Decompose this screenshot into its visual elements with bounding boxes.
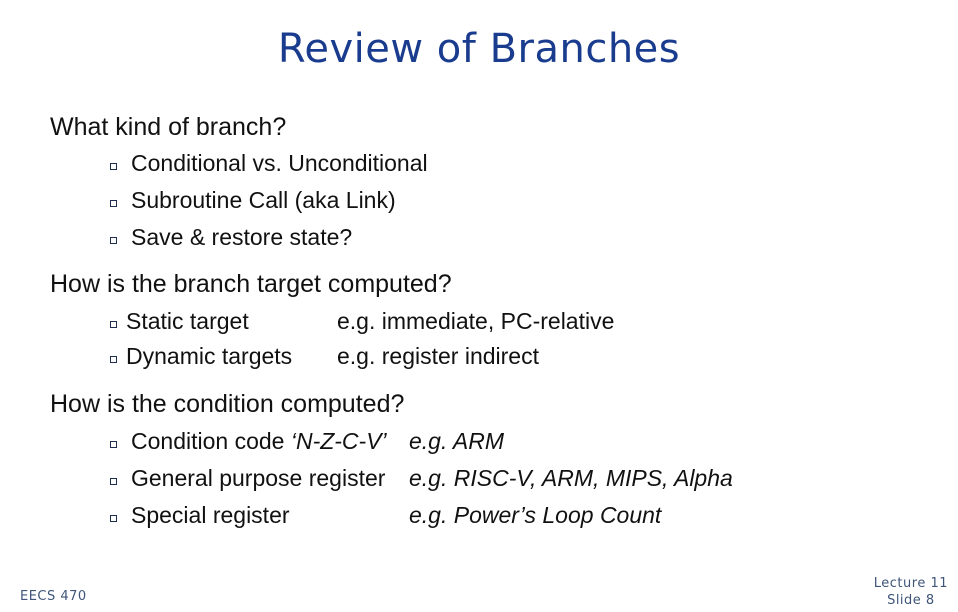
section-heading-branch-kind: What kind of branch? <box>50 113 287 141</box>
slide-number-block: Lecture 11 Slide 8 <box>874 575 948 609</box>
item-text: Special register <box>131 502 290 528</box>
item-example: e.g. ARM <box>409 428 505 454</box>
square-bullet-icon <box>110 321 117 328</box>
item-text: General purpose register <box>131 465 386 491</box>
item-text: Save & restore state? <box>131 224 353 250</box>
list-item: Dynamic targets <box>110 343 292 370</box>
list-item: Condition code ‘N-Z-C-V’ <box>110 428 387 455</box>
item-example: e.g. immediate, PC-relative <box>337 308 615 334</box>
item-example: e.g. Power’s Loop Count <box>409 502 662 528</box>
list-item: Special register <box>110 502 290 529</box>
item-text: Subroutine Call (aka Link) <box>131 187 396 213</box>
square-bullet-icon <box>110 200 117 207</box>
lecture-label: Lecture 11 <box>873 576 948 591</box>
square-bullet-icon <box>110 163 117 170</box>
square-bullet-icon <box>110 478 117 485</box>
item-text-italic: ‘N-Z-C-V’ <box>290 428 387 454</box>
square-bullet-icon <box>110 356 117 363</box>
list-item: Subroutine Call (aka Link) <box>110 187 396 214</box>
slide-title: Review of Branches <box>277 26 681 72</box>
list-item: Save & restore state? <box>110 224 352 251</box>
item-text: Conditional vs. Unconditional <box>131 150 428 176</box>
slide-label: Slide 8 <box>887 593 935 608</box>
square-bullet-icon <box>110 441 117 448</box>
square-bullet-icon <box>110 515 117 522</box>
course-label: EECS 470 <box>20 589 87 604</box>
item-example: e.g. RISC-V, ARM, MIPS, Alpha <box>409 465 733 491</box>
item-example: e.g. register indirect <box>337 343 539 369</box>
section-heading-condition: How is the condition computed? <box>50 390 405 418</box>
item-text: Dynamic targets <box>126 343 293 369</box>
list-item: General purpose register <box>110 465 385 492</box>
item-text: Static target <box>126 308 249 334</box>
list-item: Static target <box>110 308 249 335</box>
section-heading-branch-target: How is the branch target computed? <box>50 270 452 298</box>
square-bullet-icon <box>110 237 117 244</box>
item-text: Condition code <box>131 428 291 454</box>
list-item: Conditional vs. Unconditional <box>110 150 428 177</box>
